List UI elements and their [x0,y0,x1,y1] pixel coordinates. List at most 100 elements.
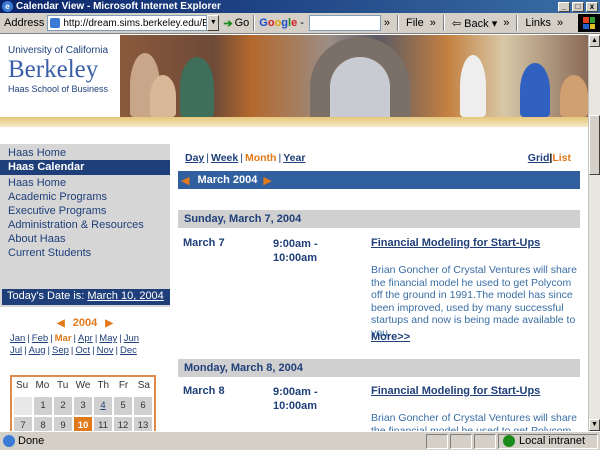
event-title-link[interactable]: Financial Modeling for Start-Ups [371,237,540,249]
month-link-mar[interactable]: Mar [55,333,72,344]
calendar-day-2[interactable]: 2 [54,397,72,415]
month-link-jun[interactable]: Jun [124,333,139,344]
month-link-apr[interactable]: Apr [78,333,93,344]
mini-calendar-header: Su Mo Tu We Th Fr Sa [10,375,156,397]
back-expand[interactable]: » [503,17,509,29]
month-link-sep[interactable]: Sep [52,345,69,356]
calendar-day-9[interactable]: 9 [54,417,72,431]
calendar-day-8[interactable]: 8 [34,417,52,431]
nav-haas-calendar[interactable]: Haas Calendar [0,160,170,175]
address-label: Address [4,17,45,29]
nav-item-academic-programs[interactable]: Academic Programs [8,191,170,205]
month-link-may[interactable]: May [99,333,117,344]
month-link-nov[interactable]: Nov [97,345,114,356]
back-arrow-icon: ⇦ [451,17,465,30]
next-month-icon[interactable]: ▶ [263,174,271,187]
view-link-day[interactable]: Day [185,152,204,164]
go-label: Go [234,17,250,29]
more-link[interactable]: More>> [371,331,410,343]
address-dropdown-icon[interactable]: ▼ [207,15,220,31]
calendar-day-6[interactable]: 6 [134,397,152,415]
google-dropdown[interactable]: - [300,17,304,29]
event-title-link[interactable]: Financial Modeling for Start-Ups [371,385,540,397]
calendar-day-5[interactable]: 5 [114,397,132,415]
month-link-dec[interactable]: Dec [120,345,137,356]
vertical-scrollbar[interactable]: ▲ ▼ [588,35,600,431]
calendar-day-4[interactable]: 4 [94,397,112,415]
back-button[interactable]: ⇦ Back ▾ [452,17,497,30]
address-value[interactable]: http://dream.sims.berkeley.edu/EventCale… [63,18,206,29]
go-arrow-icon: ➔ [223,17,233,30]
prev-month-icon[interactable]: ◀ [181,174,189,187]
links-expand[interactable]: » [557,17,563,29]
year-selector: ◀ 2004 ▶ [0,317,170,329]
nav-item-administration[interactable]: Administration & Resources [8,219,170,233]
todays-date-link[interactable]: March 10, 2004 [87,290,163,302]
nav-item-current-students[interactable]: Current Students [8,247,170,261]
next-year-icon[interactable]: ▶ [105,318,113,329]
nav-item-executive-programs[interactable]: Executive Programs [8,205,170,219]
month-separator: | [47,345,50,356]
header-spacer [0,127,588,144]
view-type-list[interactable]: List [552,152,571,164]
calendar-day-7[interactable]: 7 [14,417,32,431]
file-menu[interactable]: File [406,17,424,29]
google-logo[interactable]: Google [259,17,297,29]
nav-item-about-haas[interactable]: About Haas [8,233,170,247]
weekday-label: We [75,380,91,391]
calendar-empty-cell [14,397,32,415]
view-link-month[interactable]: Month [245,152,277,164]
back-dropdown-icon: ▾ [491,17,498,30]
scroll-up-icon[interactable]: ▲ [589,35,600,47]
month-link-oct[interactable]: Oct [75,345,90,356]
status-cell [450,433,472,449]
weekday-label: Fr [118,380,129,391]
close-button[interactable]: x [586,1,598,12]
calendar-day-3[interactable]: 3 [74,397,92,415]
toolbar-separator [397,15,400,31]
prev-year-icon[interactable]: ◀ [57,318,65,329]
minimize-button[interactable]: _ [558,1,570,12]
google-letter: G [259,17,268,29]
calendar-day-10[interactable]: 10 [74,417,92,431]
google-expand[interactable]: » [384,17,390,29]
month-separator: | [70,345,74,356]
photo-person [520,63,550,117]
maximize-button[interactable]: □ [572,1,584,12]
calendar-day-11[interactable]: 11 [94,417,112,431]
month-row: Jul | Aug | Sep | Oct | Nov | Dec [10,345,160,357]
links-menu[interactable]: Links [525,17,551,29]
month-link-jan[interactable]: Jan [10,333,25,344]
google-search-input[interactable] [308,15,381,31]
go-button[interactable]: ➔ Go [223,17,249,30]
calendar-day-1[interactable]: 1 [34,397,52,415]
scroll-down-icon[interactable]: ▼ [589,419,600,431]
month-separator: | [119,333,122,344]
windows-logo-icon [578,14,600,32]
weekday-label: Th [97,380,110,391]
address-bar[interactable]: http://dream.sims.berkeley.edu/EventCale… [47,15,208,31]
calendar-day-13[interactable]: 13 [134,417,152,431]
month-row: Jan | Feb | Mar | Apr | May | Jun [10,333,160,345]
nav-haas-home-top[interactable]: Haas Home [0,144,170,160]
todays-date-label: Today's Date is: [7,290,88,302]
intranet-icon [503,435,515,447]
calendar-day-12[interactable]: 12 [114,417,132,431]
header-gold-strip [0,117,588,127]
nav-item-haas-home[interactable]: Haas Home [8,177,170,191]
month-link-aug[interactable]: Aug [29,345,46,356]
berkeley-haas-logo[interactable]: University of California Berkeley Haas S… [0,35,120,117]
view-separator: | [240,152,243,164]
main-content: Day | Week | Month | Year Grid|List ◀ March 20… [170,144,588,431]
month-link-feb[interactable]: Feb [32,333,48,344]
month-link-jul[interactable]: Jul [10,345,22,356]
view-type-grid[interactable]: Grid [528,152,550,164]
header-photo-collage [120,35,588,117]
zone-label: Local intranet [519,435,586,447]
view-link-year[interactable]: Year [283,152,305,164]
weekday-header: Su Mo Tu We Th Fr Sa [12,377,154,391]
weekday-label: Su [16,380,29,391]
scroll-thumb[interactable] [589,115,600,175]
view-link-week[interactable]: Week [211,152,238,164]
file-expand[interactable]: » [430,17,436,29]
